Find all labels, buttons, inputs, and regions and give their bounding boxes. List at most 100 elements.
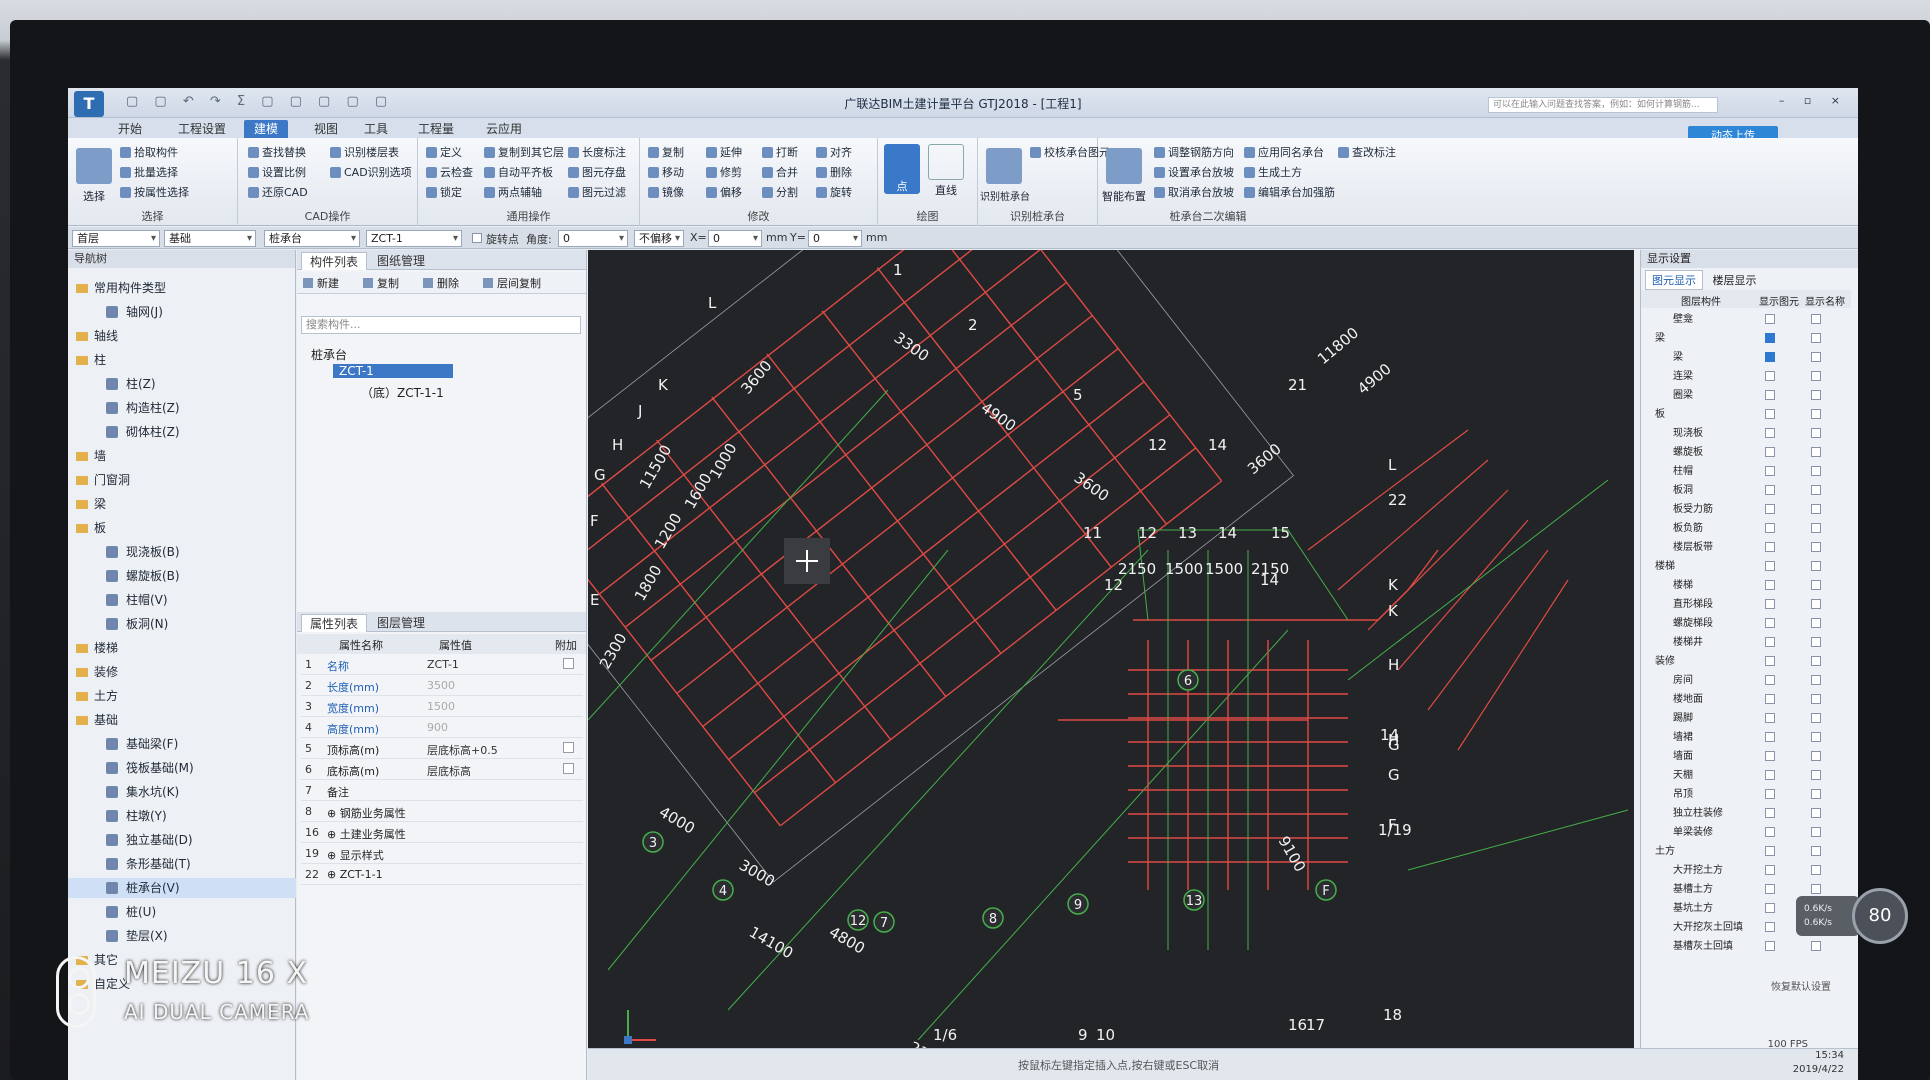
show-element-checkbox[interactable]	[1765, 789, 1775, 799]
show-element-checkbox[interactable]	[1765, 523, 1775, 533]
select-button-label[interactable]: 选择	[74, 188, 114, 204]
nav-item[interactable]: 现浇板(B)	[68, 542, 296, 562]
tab-component-list[interactable]: 构件列表	[301, 252, 368, 270]
merge-button[interactable]: 合并	[762, 164, 798, 180]
show-name-checkbox[interactable]	[1811, 846, 1821, 856]
mirror-button[interactable]: 镜像	[648, 184, 684, 200]
lock-button[interactable]: 锁定	[426, 184, 462, 200]
generate-earthwork-button[interactable]: 生成土方	[1244, 164, 1302, 180]
tree-node-pile-cap[interactable]: 桩承台	[311, 346, 347, 363]
length-dimension-button[interactable]: 长度标注	[568, 144, 626, 160]
extend-button[interactable]: 延伸	[706, 144, 742, 160]
tab-layer-management[interactable]: 图层管理	[369, 614, 433, 632]
angle-input[interactable]: 0	[558, 230, 628, 247]
nav-item[interactable]: 独立基础(D)	[68, 830, 296, 850]
show-element-checkbox[interactable]	[1765, 390, 1775, 400]
auto-level-slab-button[interactable]: 自动平齐板	[484, 164, 553, 180]
floor-select[interactable]: 首层	[72, 230, 160, 247]
apply-same-name-cap-button[interactable]: 应用同名承台	[1244, 144, 1324, 160]
show-name-checkbox[interactable]	[1811, 713, 1821, 723]
check-modify-annotation-button[interactable]: 查改标注	[1338, 144, 1396, 160]
property-row[interactable]: 3 宽度(mm) 1500	[301, 696, 583, 717]
show-element-checkbox[interactable]	[1765, 637, 1775, 647]
recognize-floor-table-button[interactable]: 识别楼层表	[330, 144, 399, 160]
cancel-cap-slope-button[interactable]: 取消承台放坡	[1154, 184, 1234, 200]
show-element-checkbox[interactable]	[1765, 485, 1775, 495]
property-value[interactable]: 900	[427, 721, 448, 734]
nav-item[interactable]: 集水坑(K)	[68, 782, 296, 802]
show-element-checkbox[interactable]	[1765, 732, 1775, 742]
set-scale-button[interactable]: 设置比例	[248, 164, 306, 180]
tab-drawing-management[interactable]: 图纸管理	[369, 252, 433, 270]
nav-item[interactable]: 砌体柱(Z)	[68, 422, 296, 442]
property-row[interactable]: 2 长度(mm) 3500	[301, 675, 583, 696]
help-search-input[interactable]: 可以在此输入问题查找答案，例如：如何计算钢筋...	[1488, 97, 1718, 113]
show-name-checkbox[interactable]	[1811, 523, 1821, 533]
break-button[interactable]: 打断	[762, 144, 798, 160]
show-name-checkbox[interactable]	[1811, 447, 1821, 457]
select-icon[interactable]	[76, 148, 112, 184]
nav-item[interactable]: 桩承台(V)	[68, 878, 296, 898]
recognize-pile-cap-label[interactable]: 识别桩承台	[980, 188, 1030, 203]
show-name-checkbox[interactable]	[1811, 352, 1821, 362]
show-element-checkbox[interactable]	[1765, 941, 1775, 951]
show-name-checkbox[interactable]	[1811, 732, 1821, 742]
show-element-checkbox[interactable]	[1765, 884, 1775, 894]
tree-node-zct1-1[interactable]: （底）ZCT-1-1	[361, 384, 444, 401]
delete-component-button[interactable]: 删除	[423, 275, 459, 291]
adjust-rebar-direction-button[interactable]: 调整钢筋方向	[1154, 144, 1234, 160]
nav-folder[interactable]: 柱	[68, 350, 296, 370]
nav-folder[interactable]: 装修	[68, 662, 296, 682]
show-element-checkbox[interactable]	[1765, 428, 1775, 438]
show-element-checkbox[interactable]	[1765, 314, 1775, 324]
cloud-check-button[interactable]: 云检查	[426, 164, 473, 180]
new-component-button[interactable]: 新建	[303, 275, 339, 291]
nav-folder[interactable]: 板	[68, 518, 296, 538]
show-name-checkbox[interactable]	[1811, 941, 1821, 951]
nav-folder[interactable]: 门窗洞	[68, 470, 296, 490]
tab-modeling[interactable]: 建模	[244, 120, 289, 138]
show-name-checkbox[interactable]	[1811, 751, 1821, 761]
nav-item[interactable]: 柱墩(Y)	[68, 806, 296, 826]
nav-item[interactable]: 筏板基础(M)	[68, 758, 296, 778]
show-name-checkbox[interactable]	[1811, 542, 1821, 552]
copy-between-floors-button[interactable]: 层间复制	[483, 275, 541, 291]
show-name-checkbox[interactable]	[1811, 865, 1821, 875]
show-element-checkbox[interactable]	[1765, 713, 1775, 723]
show-name-checkbox[interactable]	[1811, 808, 1821, 818]
align-button[interactable]: 对齐	[816, 144, 852, 160]
copy-component-button[interactable]: 复制	[363, 275, 399, 291]
show-element-checkbox[interactable]	[1765, 542, 1775, 552]
show-element-checkbox[interactable]	[1765, 694, 1775, 704]
category-select[interactable]: 基础	[164, 230, 256, 247]
smart-layout-icon[interactable]	[1106, 148, 1142, 184]
type-select[interactable]: 桩承台	[264, 230, 360, 247]
tab-view[interactable]: 视图	[304, 120, 348, 138]
property-row[interactable]: 5 顶标高(m) 层底标高+0.5	[301, 738, 583, 759]
trim-button[interactable]: 修剪	[706, 164, 742, 180]
show-element-checkbox[interactable]	[1765, 903, 1775, 913]
tab-project-settings[interactable]: 工程设置	[168, 120, 236, 138]
show-name-checkbox[interactable]	[1811, 637, 1821, 647]
restore-defaults-link[interactable]: 恢复默认设置	[1771, 978, 1831, 993]
show-name-checkbox[interactable]	[1811, 561, 1821, 571]
nav-folder[interactable]: 墙	[68, 446, 296, 466]
property-row[interactable]: 19 ⊕ 显示样式	[301, 843, 583, 864]
line-draw-icon[interactable]	[928, 144, 964, 180]
window-controls[interactable]: – ▫ ×	[1779, 94, 1848, 107]
property-extra-checkbox[interactable]	[563, 658, 574, 669]
x-input[interactable]: 0	[708, 230, 762, 247]
show-element-checkbox[interactable]	[1765, 922, 1775, 932]
nav-item[interactable]: 垫层(X)	[68, 926, 296, 946]
rotate-point-checkbox[interactable]	[472, 233, 482, 243]
tab-tools[interactable]: 工具	[354, 120, 398, 138]
drawing-canvas[interactable]: 3300 3600 4900 3600 3600 11800 4900 11500 1600 10…	[588, 250, 1634, 1080]
smart-layout-label[interactable]: 智能布置	[1098, 188, 1150, 204]
show-element-checkbox[interactable]	[1765, 827, 1775, 837]
tab-quantities[interactable]: 工程量	[408, 120, 464, 138]
show-element-checkbox[interactable]	[1765, 751, 1775, 761]
show-name-checkbox[interactable]	[1811, 599, 1821, 609]
show-name-checkbox[interactable]	[1811, 371, 1821, 381]
nav-item[interactable]: 柱(Z)	[68, 374, 296, 394]
component-search-input[interactable]: 搜索构件...	[301, 316, 581, 334]
